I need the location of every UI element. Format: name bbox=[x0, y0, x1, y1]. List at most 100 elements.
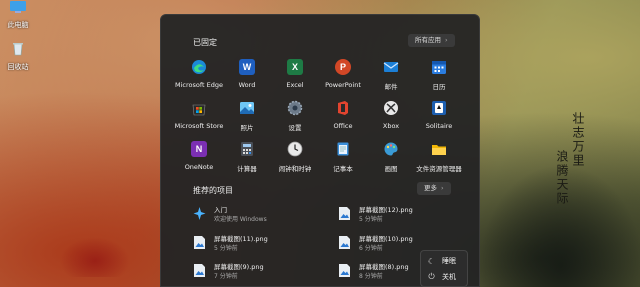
recommended-item-file[interactable]: 屏幕截图(12).png 5 分钟前 bbox=[338, 206, 468, 224]
pinned-app-label: 闹钟和时钟 bbox=[278, 165, 312, 173]
recommended-item-file[interactable]: 屏幕截图(11).png 5 分钟前 bbox=[193, 235, 323, 253]
pinned-app-label: 邮件 bbox=[384, 83, 398, 91]
recommended-item-subtitle: 7 分钟前 bbox=[214, 273, 238, 280]
onenote-icon: N bbox=[191, 141, 207, 157]
chevron-right-icon: › bbox=[441, 184, 444, 192]
desktop-icon-label: 回收站 bbox=[7, 63, 29, 71]
calendar-icon bbox=[431, 59, 447, 75]
recommended-item-title: 入门 bbox=[214, 206, 227, 214]
power-menu: ☾ 睡眠 ⏻ 关机 bbox=[420, 250, 468, 287]
solitaire-icon bbox=[431, 100, 447, 116]
recommended-item-get-started[interactable]: 入门 欢迎使用 Windows bbox=[193, 206, 323, 224]
mail-icon bbox=[383, 59, 399, 75]
pinned-app-xbox[interactable]: Xbox bbox=[367, 97, 415, 138]
pinned-app-excel[interactable]: X Excel bbox=[271, 56, 319, 97]
more-label: 更多 bbox=[424, 184, 437, 192]
pinned-app-label: 记事本 bbox=[333, 165, 353, 173]
file-explorer-icon bbox=[431, 141, 447, 157]
sleep-menu-item[interactable]: ☾ 睡眠 bbox=[427, 256, 456, 266]
recommended-item-title: 屏幕截图(12).png bbox=[359, 206, 413, 214]
recommended-item-title: 屏幕截图(8).png bbox=[359, 263, 409, 271]
calculator-icon bbox=[239, 141, 255, 157]
excel-icon: X bbox=[287, 59, 303, 75]
sleep-label: 睡眠 bbox=[442, 257, 456, 265]
pinned-app-label: 设置 bbox=[288, 124, 302, 132]
settings-icon bbox=[287, 100, 303, 116]
wallpaper-calligraphy: 壮志万里 bbox=[571, 112, 585, 168]
image-file-icon bbox=[194, 264, 205, 277]
pinned-app-label: 日历 bbox=[432, 83, 446, 91]
pinned-app-label: Solitaire bbox=[425, 122, 453, 130]
pinned-app-file-explorer[interactable]: 文件资源管理器 bbox=[415, 138, 463, 179]
pinned-app-onenote[interactable]: N OneNote bbox=[175, 138, 223, 179]
image-file-icon bbox=[339, 207, 350, 220]
pinned-app-label: Xbox bbox=[382, 122, 400, 130]
pinned-app-office[interactable]: Office bbox=[319, 97, 367, 138]
pinned-app-label: 画图 bbox=[384, 165, 398, 173]
clock-icon bbox=[287, 141, 303, 157]
pinned-app-label: 照片 bbox=[240, 124, 254, 132]
xbox-icon bbox=[383, 100, 399, 116]
pinned-app-mail[interactable]: 邮件 bbox=[367, 56, 415, 97]
desktop-icon-this-pc[interactable]: 此电脑 bbox=[2, 0, 34, 30]
pinned-section-title: 已固定 bbox=[193, 38, 217, 47]
pinned-apps-grid: Microsoft Edge W Word X Excel P PowerPoi… bbox=[175, 56, 467, 179]
pinned-app-store[interactable]: Microsoft Store bbox=[175, 97, 223, 138]
notepad-icon bbox=[335, 141, 351, 157]
recommended-item-subtitle: 8 分钟前 bbox=[359, 273, 383, 280]
recommended-item-title: 屏幕截图(11).png bbox=[214, 235, 268, 243]
recommended-item-subtitle: 5 分钟前 bbox=[214, 245, 238, 252]
pinned-app-clock[interactable]: 闹钟和时钟 bbox=[271, 138, 319, 179]
pinned-app-label: 文件资源管理器 bbox=[416, 165, 462, 173]
office-icon bbox=[335, 100, 351, 116]
pinned-app-label: Excel bbox=[286, 81, 304, 89]
chevron-right-icon: › bbox=[445, 36, 448, 44]
wallpaper-red-accent bbox=[60, 237, 130, 277]
shutdown-menu-item[interactable]: ⏻ 关机 bbox=[427, 272, 456, 282]
recommended-item-subtitle: 欢迎使用 Windows bbox=[214, 216, 267, 223]
recommended-item-title: 屏幕截图(9).png bbox=[214, 263, 264, 271]
pinned-app-paint[interactable]: 画图 bbox=[367, 138, 415, 179]
pinned-app-label: OneNote bbox=[184, 163, 214, 171]
wallpaper-ink-painting bbox=[465, 147, 640, 287]
word-icon: W bbox=[239, 59, 255, 75]
all-apps-button[interactable]: 所有应用 › bbox=[408, 34, 455, 47]
pinned-app-notepad[interactable]: 记事本 bbox=[319, 138, 367, 179]
pinned-app-label: 计算器 bbox=[237, 165, 257, 173]
pinned-app-solitaire[interactable]: Solitaire bbox=[415, 97, 463, 138]
pinned-app-label: Microsoft Edge bbox=[175, 81, 224, 89]
pinned-app-powerpoint[interactable]: P PowerPoint bbox=[319, 56, 367, 97]
recycle-bin-icon bbox=[13, 43, 23, 56]
desktop-icon-recycle-bin[interactable]: 回收站 bbox=[2, 42, 34, 72]
recommended-item-title: 屏幕截图(10).png bbox=[359, 235, 413, 243]
pinned-app-edge[interactable]: Microsoft Edge bbox=[175, 56, 223, 97]
pinned-app-label: Microsoft Store bbox=[174, 122, 224, 130]
all-apps-label: 所有应用 bbox=[415, 36, 441, 44]
recommended-item-subtitle: 6 分钟前 bbox=[359, 245, 383, 252]
moon-icon: ☾ bbox=[427, 256, 436, 266]
more-button[interactable]: 更多 › bbox=[417, 182, 451, 195]
pinned-app-photos[interactable]: 照片 bbox=[223, 97, 271, 138]
pinned-app-label: PowerPoint bbox=[325, 81, 361, 89]
desktop-icon-label: 此电脑 bbox=[7, 21, 29, 29]
image-file-icon bbox=[339, 264, 350, 277]
get-started-icon bbox=[193, 207, 206, 220]
shutdown-label: 关机 bbox=[442, 273, 456, 281]
recommended-section-title: 推荐的项目 bbox=[193, 186, 233, 195]
pinned-app-calendar[interactable]: 日历 bbox=[415, 56, 463, 97]
paint-icon bbox=[383, 141, 399, 157]
pinned-app-label: Office bbox=[333, 122, 353, 130]
powerpoint-icon: P bbox=[335, 59, 351, 75]
pinned-app-calculator[interactable]: 计算器 bbox=[223, 138, 271, 179]
pinned-app-word[interactable]: W Word bbox=[223, 56, 271, 97]
recommended-item-file[interactable]: 屏幕截图(9).png 7 分钟前 bbox=[193, 263, 323, 281]
computer-icon bbox=[10, 1, 26, 13]
power-icon: ⏻ bbox=[428, 272, 435, 281]
image-file-icon bbox=[339, 236, 350, 249]
pinned-app-label: Word bbox=[238, 81, 256, 89]
store-icon bbox=[191, 100, 207, 116]
recommended-item-subtitle: 5 分钟前 bbox=[359, 216, 383, 223]
edge-icon bbox=[191, 59, 207, 75]
photos-icon bbox=[239, 100, 255, 116]
pinned-app-settings[interactable]: 设置 bbox=[271, 97, 319, 138]
